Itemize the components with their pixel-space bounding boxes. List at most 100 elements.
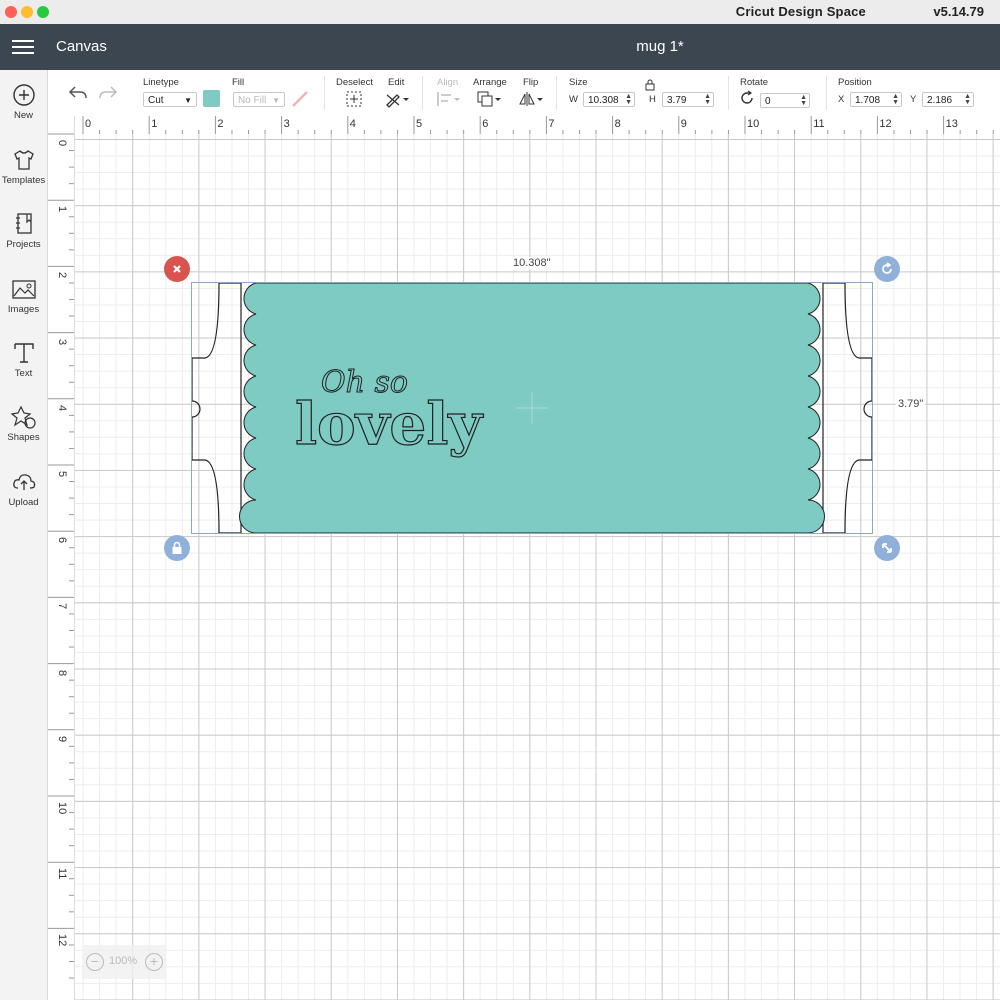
ruler-number-5: 5: [416, 118, 423, 130]
sidebar-item-images[interactable]: Images: [0, 264, 47, 320]
arrange-icon[interactable]: [476, 90, 502, 108]
zoom-out-button[interactable]: −: [86, 953, 104, 971]
deselect-label: Deselect: [336, 77, 373, 88]
arrange-label: Arrange: [473, 77, 507, 88]
zoom-level: 100%: [109, 955, 138, 967]
position-label: Position: [838, 77, 872, 88]
sidebar-item-shapes[interactable]: Shapes: [0, 392, 47, 448]
edit-label: Edit: [388, 77, 405, 88]
ruler-number-2: 2: [217, 118, 224, 130]
y-value: 2.186: [927, 95, 953, 106]
deselect-icon[interactable]: [345, 90, 363, 108]
stepper-icon[interactable]: ▲ ▼: [800, 94, 807, 107]
zoom-in-button[interactable]: +: [145, 953, 163, 971]
ruler-number-0: 0: [85, 118, 92, 130]
lock-ratio-icon[interactable]: [645, 79, 655, 91]
sidebar-item-label: Upload: [8, 497, 39, 508]
height-dimension-label: 3.79": [896, 398, 926, 410]
size-label: Size: [569, 77, 588, 88]
sidebar-item-upload[interactable]: Upload: [0, 457, 47, 513]
ruler-number-7: 7: [56, 603, 68, 610]
resize-handle[interactable]: [874, 535, 900, 561]
sidebar-item-text[interactable]: Text: [0, 328, 47, 384]
ruler-number-10: 10: [56, 802, 68, 815]
linetype-label: Linetype: [143, 77, 179, 88]
ruler-number-4: 4: [56, 404, 68, 411]
height-input[interactable]: 3.79 ▲ ▼: [662, 92, 714, 107]
align-label: Align: [437, 77, 459, 88]
ruler-number-1: 1: [56, 206, 68, 213]
x-value: 1.708: [855, 95, 881, 106]
height-label: H: [649, 94, 656, 105]
fill-color-disabled-icon: [292, 91, 308, 107]
linetype-color-swatch[interactable]: [203, 90, 220, 107]
image-icon: [11, 280, 36, 299]
align-icon[interactable]: [436, 90, 462, 108]
zoom-window-button[interactable]: [37, 6, 49, 18]
stepper-icon[interactable]: ▲ ▼: [704, 93, 711, 106]
ruler-number-11: 11: [56, 868, 68, 880]
fill-select[interactable]: No Fill ▼: [233, 92, 285, 107]
ruler-number-11: 11: [813, 118, 825, 130]
sidebar-item-label: Projects: [6, 239, 41, 250]
project-name[interactable]: mug 1*: [0, 38, 1000, 55]
stepper-icon[interactable]: ▲ ▼: [964, 93, 971, 106]
ruler-number-9: 9: [680, 118, 687, 130]
stepper-icon[interactable]: ▲ ▼: [625, 93, 632, 106]
chevron-down-icon: ▼: [272, 96, 280, 105]
ruler-number-6: 6: [56, 537, 68, 544]
redo-icon[interactable]: [98, 84, 118, 100]
ruler-number-9: 9: [56, 735, 68, 742]
sidebar-item-templates[interactable]: Templates: [0, 135, 47, 191]
linetype-value: Cut: [148, 95, 164, 106]
width-input[interactable]: 10.308 ▲ ▼: [583, 92, 635, 107]
close-icon: [173, 265, 181, 273]
edit-icon[interactable]: [384, 90, 410, 108]
plus-circle-icon: [12, 84, 35, 106]
width-dimension-label: 10.308": [511, 257, 553, 269]
rotate-icon: [741, 90, 753, 104]
rotate-input[interactable]: 0 ▲ ▼: [760, 93, 810, 108]
sidebar-item-new[interactable]: New: [0, 70, 47, 126]
ruler-number-10: 10: [747, 118, 760, 130]
delete-handle[interactable]: [164, 256, 190, 282]
y-position-input[interactable]: 2.186 ▲ ▼: [922, 92, 974, 107]
ruler-number-3: 3: [56, 338, 68, 345]
lock-icon: [172, 541, 182, 554]
fill-label: Fill: [232, 77, 245, 88]
rotate-handle[interactable]: [874, 256, 900, 282]
app-header: Canvas mug 1*: [0, 24, 1000, 70]
y-label: Y: [910, 94, 917, 105]
ruler-number-3: 3: [283, 118, 290, 130]
resize-arrows-icon: [882, 543, 892, 553]
sidebar-item-label: Text: [14, 368, 33, 379]
x-position-input[interactable]: 1.708 ▲ ▼: [850, 92, 902, 107]
ruler-number-13: 13: [945, 118, 958, 130]
undo-icon[interactable]: [68, 84, 88, 100]
sidebar-item-label: Templates: [1, 175, 46, 186]
lock-handle[interactable]: [164, 535, 190, 561]
sidebar-item-label: Images: [7, 304, 40, 315]
close-window-button[interactable]: [5, 6, 17, 18]
flip-label: Flip: [523, 77, 539, 88]
ruler-number-12: 12: [879, 118, 892, 130]
ruler-number-5: 5: [56, 471, 68, 478]
sidebar-item-projects[interactable]: Projects: [0, 199, 47, 255]
cloud-upload-icon: [12, 474, 35, 490]
tshirt-icon: [13, 150, 34, 170]
left-sidebar: New Templates Projects Images Text Shape…: [0, 70, 48, 1000]
width-label: W: [569, 94, 578, 105]
fill-value: No Fill: [238, 95, 267, 106]
flip-icon[interactable]: [518, 90, 544, 108]
ruler-number-4: 4: [349, 118, 356, 130]
x-label: X: [838, 94, 845, 105]
shapes-icon: [10, 405, 36, 429]
zoom-control: − 100% +: [82, 945, 166, 979]
rotate-icon: [882, 262, 892, 274]
width-value: 10.308: [588, 95, 619, 106]
linetype-select[interactable]: Cut ▼: [143, 92, 197, 107]
sidebar-item-label: New: [13, 110, 33, 121]
ruler-number-7: 7: [548, 118, 555, 130]
minimize-window-button[interactable]: [21, 6, 33, 18]
stepper-icon[interactable]: ▲ ▼: [892, 93, 899, 106]
